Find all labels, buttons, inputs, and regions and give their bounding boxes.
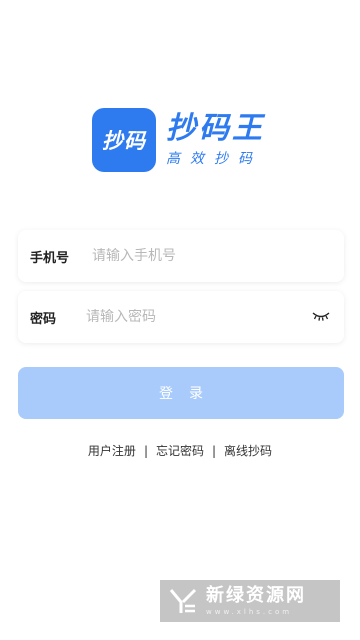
eye-closed-icon[interactable]	[312, 309, 330, 323]
login-button[interactable]: 登录	[18, 367, 344, 419]
watermark-logo-icon	[169, 588, 197, 613]
app-icon-text: 抄码	[102, 129, 146, 153]
link-separator: |	[212, 443, 217, 458]
phone-field[interactable]: 手机号	[18, 230, 344, 282]
app-name: 抄码王	[166, 111, 265, 146]
password-input[interactable]	[86, 309, 286, 325]
password-field[interactable]: 密码	[18, 291, 344, 343]
watermark-text: 新绿资源网 www.xlhs.com	[206, 585, 306, 617]
link-separator: |	[143, 443, 148, 458]
app-slogan: 高效抄码	[166, 151, 262, 167]
footer-links: 用户注册 | 忘记密码 | 离线抄码	[0, 442, 360, 459]
watermark-url: www.xlhs.com	[206, 608, 293, 616]
app-icon: 抄码	[92, 108, 156, 172]
watermark-title: 新绿资源网	[206, 585, 306, 606]
brand-logo: 抄码 抄码王 高效抄码	[92, 108, 265, 172]
register-link[interactable]: 用户注册	[88, 442, 136, 459]
login-screen: 抄码 抄码王 高效抄码 手机号 密码 登录 用户注册 | 忘记密码 | 离线抄码	[0, 0, 360, 640]
watermark: 新绿资源网 www.xlhs.com	[160, 580, 340, 622]
forgot-password-link[interactable]: 忘记密码	[156, 442, 204, 459]
brand-text: 抄码王 高效抄码	[166, 112, 265, 168]
password-label: 密码	[30, 311, 57, 327]
phone-input[interactable]	[92, 248, 292, 264]
phone-label: 手机号	[30, 250, 70, 266]
offline-mode-link[interactable]: 离线抄码	[224, 442, 272, 459]
